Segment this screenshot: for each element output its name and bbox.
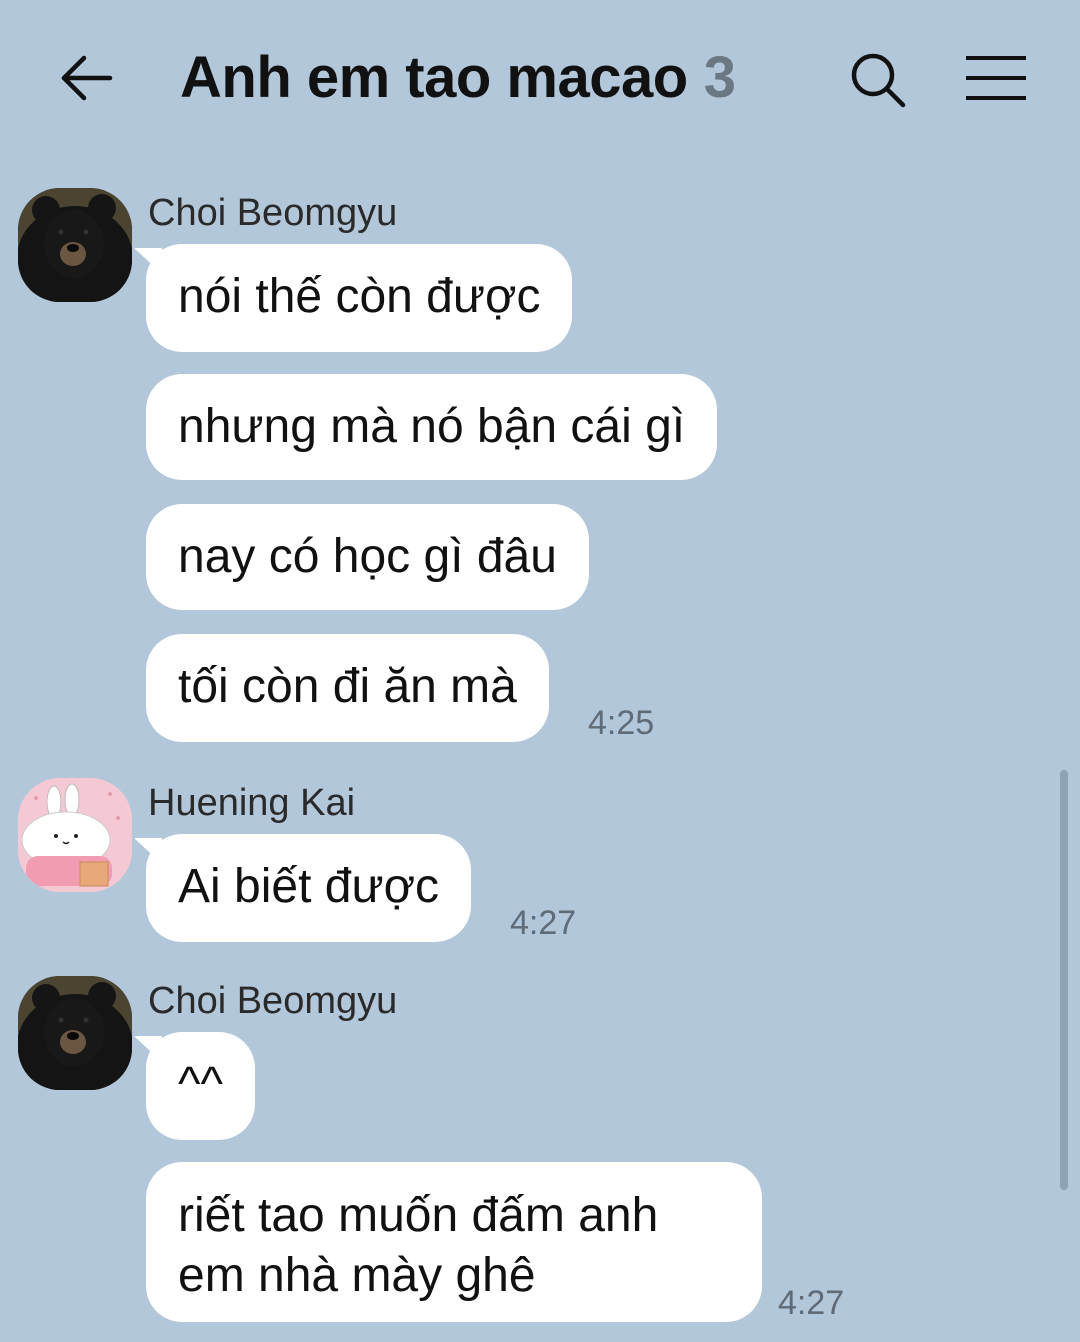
sender-name: Huening Kai [148,782,356,824]
search-icon [851,53,906,108]
sender-name: Choi Beomgyu [148,192,398,234]
message-time: 4:27 [510,904,577,942]
hamburger-menu-icon [966,56,1026,100]
scrollbar[interactable] [1060,770,1068,1190]
search-button[interactable] [848,50,908,110]
message-text: nay có học gì đâu [178,530,557,583]
back-button[interactable] [56,50,116,106]
avatar-choi-beomgyu[interactable] [18,976,132,1090]
member-count: 3 [703,45,736,110]
message-text: tối còn đi ăn mà [178,660,517,713]
message-bubble[interactable]: nay có học gì đâu [146,504,589,610]
bear-avatar-icon [18,188,132,302]
bunny-avatar-icon [18,778,132,892]
message-text: nhưng mà nó bận cái gì [178,400,686,453]
message-bubble[interactable]: Ai biết được [146,834,472,942]
chat-screen: Anh em tao macao 3 Choi Beomgyu nói thế … [0,0,1080,1342]
chat-title: Anh em tao macao 3 [180,44,736,111]
message-time: 4:25 [588,704,655,742]
message-time: 4:27 [778,1284,845,1322]
chat-header: Anh em tao macao 3 [0,0,1080,160]
message-text: Ai biết được [178,860,440,913]
message-text: ^^ [178,1058,224,1111]
bear-avatar-icon [18,976,132,1090]
message-text: nói thế còn được [178,270,541,323]
message-bubble[interactable]: nói thế còn được [146,244,573,352]
message-bubble[interactable]: riết tao muốn đấm anh em nhà mày ghê [146,1162,762,1322]
arrow-left-icon [61,55,113,101]
menu-button[interactable] [964,52,1028,104]
message-bubble[interactable]: tối còn đi ăn mà [146,634,549,742]
chat-title-text: Anh em tao macao [180,45,688,110]
sender-name: Choi Beomgyu [148,980,398,1022]
message-text: riết tao muốn đấm anh em nhà mày ghê [178,1189,659,1302]
avatar-huening-kai[interactable] [18,778,132,892]
message-bubble[interactable]: ^^ [146,1032,256,1140]
message-bubble[interactable]: nhưng mà nó bận cái gì [146,374,718,480]
avatar-choi-beomgyu[interactable] [18,188,132,302]
